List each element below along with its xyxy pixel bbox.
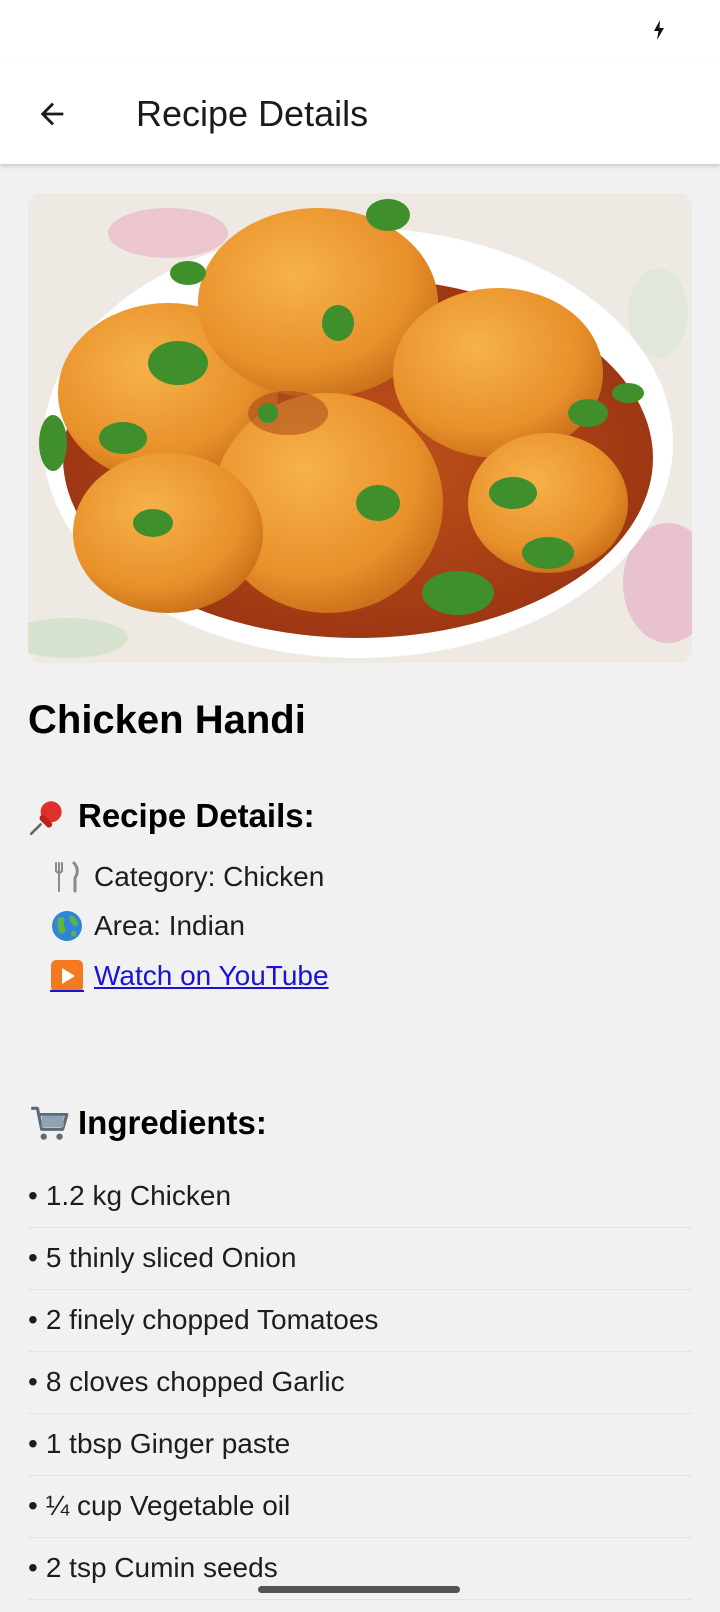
area-row: Area: Indian bbox=[50, 906, 245, 946]
area-text: Area: Indian bbox=[94, 910, 245, 941]
ingredient-item: • ¼ cup Vegetable oil bbox=[28, 1475, 692, 1538]
shopping-cart-icon bbox=[31, 1106, 69, 1140]
youtube-link[interactable]: Watch on YouTube bbox=[94, 960, 329, 992]
ingredients-heading-label: Ingredients: bbox=[78, 1104, 267, 1141]
category-text: Category: Chicken bbox=[94, 861, 325, 892]
ingredient-text: ¼ cup Vegetable oil bbox=[45, 1490, 291, 1521]
bullet: • bbox=[28, 1304, 38, 1335]
screen: Recipe Details Chicken Handi Recipe Deta… bbox=[0, 0, 720, 1612]
page-title: Recipe Details bbox=[136, 93, 369, 134]
ingredients-heading: Ingredients: bbox=[28, 1102, 267, 1144]
bullet: • bbox=[28, 1366, 38, 1397]
bullet: • bbox=[28, 1428, 38, 1459]
ingredient-text: 2 tsp Cumin seeds bbox=[45, 1552, 278, 1583]
youtube-row[interactable]: Watch on YouTube bbox=[50, 956, 329, 996]
recipe-details-heading-label: Recipe Details: bbox=[78, 797, 315, 834]
ingredient-item: • 5 thinly sliced Onion bbox=[28, 1227, 692, 1290]
status-bar bbox=[0, 0, 720, 62]
recipe-details-heading: Recipe Details: bbox=[28, 795, 315, 837]
bullet: • bbox=[28, 1242, 38, 1273]
charging-bolt-icon bbox=[654, 20, 664, 40]
ingredient-text: 8 cloves chopped Garlic bbox=[45, 1366, 345, 1397]
bullet: • bbox=[28, 1552, 38, 1583]
home-indicator[interactable] bbox=[258, 1586, 460, 1593]
category-row: Category: Chicken bbox=[50, 857, 324, 897]
ingredient-text: 2 finely chopped Tomatoes bbox=[45, 1304, 379, 1335]
app-bar: Recipe Details bbox=[0, 62, 720, 164]
globe-icon bbox=[52, 911, 82, 941]
ingredient-item: • 2 finely chopped Tomatoes bbox=[28, 1289, 692, 1352]
back-button[interactable] bbox=[24, 86, 80, 142]
arrow-left-icon bbox=[40, 102, 64, 126]
play-button-icon bbox=[50, 960, 84, 992]
recipe-image bbox=[28, 193, 692, 663]
recipe-title: Chicken Handi bbox=[28, 698, 306, 742]
fork-knife-icon bbox=[55, 861, 79, 893]
pushpin-icon bbox=[29, 801, 62, 836]
bullet: • bbox=[28, 1180, 38, 1211]
ingredient-text: 5 thinly sliced Onion bbox=[45, 1242, 297, 1273]
ingredient-item: • 1 tbsp Ginger paste bbox=[28, 1413, 692, 1476]
ingredient-text: 1.2 kg Chicken bbox=[45, 1180, 232, 1211]
bullet: • bbox=[28, 1490, 38, 1521]
ingredient-text: 1 tbsp Ginger paste bbox=[45, 1428, 291, 1459]
ingredient-item: • 8 cloves chopped Garlic bbox=[28, 1351, 692, 1414]
ingredient-item: • 1.2 kg Chicken bbox=[28, 1165, 692, 1228]
